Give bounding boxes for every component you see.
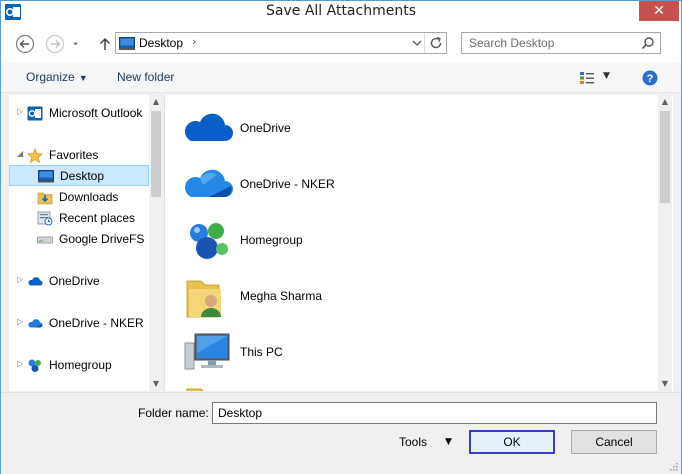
- up-one-level-button[interactable]: [95, 34, 115, 54]
- recent-locations-dropdown[interactable]: [72, 34, 84, 54]
- view-dropdown-icon[interactable]: ▼: [603, 71, 610, 81]
- nav-item-desktop[interactable]: Desktop: [9, 165, 149, 186]
- address-bar[interactable]: Desktop ›: [115, 32, 447, 54]
- expand-icon[interactable]: ▷: [17, 107, 23, 116]
- onedrive-icon: [28, 319, 43, 328]
- refresh-icon[interactable]: [428, 35, 444, 51]
- organize-button[interactable]: Organize ▼: [26, 70, 88, 84]
- computer-icon: [184, 333, 230, 370]
- nav-item-microsoft-outlook[interactable]: ▷ Microsoft Outlook: [9, 103, 149, 124]
- folder-name-input[interactable]: Desktop: [212, 402, 657, 424]
- onedrive-icon: [184, 169, 233, 197]
- new-folder-button[interactable]: New folder: [117, 70, 174, 84]
- scroll-thumb[interactable]: [660, 111, 670, 203]
- downloads-icon: [37, 192, 53, 205]
- nav-item-label: Favorites: [49, 148, 99, 162]
- file-label: Megha Sharma: [240, 289, 323, 303]
- nav-item-onedrive[interactable]: ▷ OneDrive: [9, 271, 149, 292]
- window-title: Save All Attachments: [266, 3, 416, 19]
- file-label: OneDrive - NKER: [240, 177, 335, 191]
- ok-button[interactable]: OK: [469, 430, 555, 454]
- help-icon[interactable]: ?: [642, 70, 658, 86]
- homegroup-icon: [190, 223, 228, 259]
- file-list: OneDrive OneDrive - NKER Homegroup Megha…: [164, 95, 673, 391]
- search-input[interactable]: Search Desktop: [469, 36, 554, 50]
- close-button[interactable]: ✕: [639, 1, 679, 21]
- address-row: Desktop › Search Desktop: [1, 23, 681, 63]
- search-box[interactable]: Search Desktop: [461, 32, 661, 54]
- nav-item-recent-places[interactable]: Recent places: [9, 208, 149, 229]
- user-folder-icon: [186, 280, 221, 318]
- list-item-onedrive[interactable]: OneDrive: [183, 103, 643, 153]
- expand-icon[interactable]: ▷: [17, 359, 23, 368]
- desktop-icon: [38, 170, 54, 183]
- file-label: OneDrive: [240, 121, 291, 135]
- address-dropdown-icon[interactable]: [410, 34, 424, 52]
- navigation-pane: ▷ Microsoft Outlook ◢ Favorites Desktop: [9, 95, 163, 391]
- list-item-megha-sharma[interactable]: Megha Sharma: [183, 271, 643, 321]
- nav-item-homegroup[interactable]: ▷ Homegroup: [9, 355, 149, 376]
- chevron-down-icon: ▼: [78, 73, 88, 83]
- file-label: Homegroup: [240, 233, 303, 247]
- dialog-footer: Folder name: Desktop Tools ▼ OK Cancel: [1, 392, 681, 474]
- nav-item-downloads[interactable]: Downloads: [9, 187, 149, 208]
- onedrive-icon: [184, 113, 233, 141]
- chevron-down-icon[interactable]: ▼: [445, 437, 452, 447]
- scroll-up-icon[interactable]: ▲: [149, 95, 163, 109]
- list-item-homegroup[interactable]: Homegroup: [183, 215, 643, 265]
- nav-item-label: Google DriveFS: [59, 232, 145, 246]
- folder-icon: [186, 388, 204, 391]
- file-label: This PC: [240, 345, 283, 359]
- nav-item-label: OneDrive - NKER: [49, 316, 144, 330]
- drive-icon: [37, 236, 53, 244]
- expand-icon[interactable]: ▷: [17, 317, 23, 326]
- tools-button[interactable]: Tools: [399, 435, 427, 449]
- homegroup-icon: [28, 359, 41, 372]
- nav-item-onedrive-nker[interactable]: ▷ OneDrive - NKER: [9, 313, 149, 334]
- nav-item-label: Homegroup: [49, 358, 112, 372]
- recent-places-icon: [37, 211, 53, 226]
- divider: [424, 33, 425, 53]
- forward-button[interactable]: [45, 34, 65, 54]
- list-item-partial[interactable]: [183, 383, 643, 391]
- outlook-icon: [27, 106, 43, 121]
- cancel-button[interactable]: Cancel: [571, 430, 657, 454]
- expand-icon[interactable]: ▷: [17, 275, 23, 284]
- scroll-down-icon[interactable]: ▼: [658, 377, 672, 391]
- save-dialog: Save All Attachments ✕ Desktop › Search …: [0, 0, 682, 474]
- list-item-this-pc[interactable]: This PC: [183, 327, 643, 377]
- desktop-icon: [119, 37, 135, 50]
- resize-grip-icon[interactable]: [668, 461, 678, 471]
- search-icon[interactable]: [641, 36, 655, 50]
- scroll-up-icon[interactable]: ▲: [658, 95, 672, 109]
- nav-item-label: OneDrive: [49, 274, 100, 288]
- nav-item-label: Desktop: [60, 169, 105, 183]
- list-item-onedrive-nker[interactable]: OneDrive - NKER: [183, 159, 643, 209]
- nav-item-label: Recent places: [59, 211, 136, 225]
- nav-item-google-drivefs[interactable]: Google DriveFS: [9, 229, 149, 250]
- svg-text:?: ?: [647, 73, 654, 85]
- file-list-scrollbar[interactable]: ▲ ▼: [658, 95, 672, 391]
- nav-item-favorites[interactable]: ◢ Favorites: [9, 145, 149, 166]
- nav-item-label: Downloads: [59, 190, 119, 204]
- collapse-icon[interactable]: ◢: [17, 149, 23, 158]
- title-bar: Save All Attachments ✕: [1, 1, 681, 23]
- chevron-right-icon[interactable]: ›: [192, 35, 196, 48]
- star-icon: [27, 148, 43, 163]
- scroll-thumb[interactable]: [151, 111, 161, 197]
- navigation-scrollbar[interactable]: ▲ ▼: [149, 95, 163, 391]
- nav-item-label: Microsoft Outlook: [49, 106, 143, 120]
- onedrive-icon: [28, 277, 43, 286]
- address-path[interactable]: Desktop: [139, 36, 183, 50]
- view-options-icon[interactable]: [579, 71, 595, 85]
- command-toolbar: Organize ▼ New folder ▼ ?: [1, 63, 681, 93]
- scroll-down-icon[interactable]: ▼: [149, 377, 163, 391]
- back-button[interactable]: [15, 34, 35, 54]
- folder-name-label: Folder name:: [138, 406, 209, 420]
